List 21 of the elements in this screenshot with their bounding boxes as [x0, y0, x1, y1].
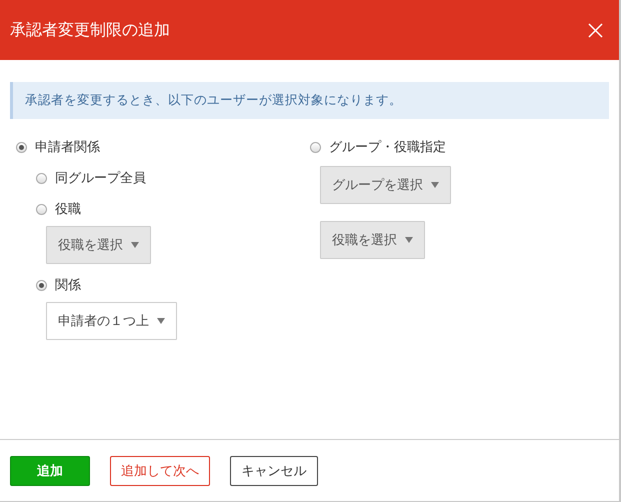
- dialog-title: 承認者変更制限の追加: [10, 20, 170, 40]
- radio-button[interactable]: [36, 172, 47, 184]
- radio-label: グループ・役職指定: [329, 139, 446, 156]
- radio-label: 同グループ全員: [55, 170, 146, 187]
- caret-icon: [157, 318, 165, 324]
- radio-button[interactable]: [16, 142, 27, 152]
- radio-label: 申請者関係: [35, 139, 100, 156]
- add-button[interactable]: 追加: [10, 456, 90, 486]
- radio-button[interactable]: [36, 204, 47, 214]
- select-dropdown[interactable]: 申請者の１つ上: [46, 302, 177, 340]
- caret-icon: [405, 237, 413, 243]
- add-next-button[interactable]: 追加して次へ: [110, 456, 210, 486]
- caret-icon: [131, 242, 139, 248]
- cancel-button[interactable]: キャンセル: [230, 456, 318, 486]
- caret-icon: [431, 182, 439, 188]
- radio-label: 関係: [55, 277, 81, 294]
- info-notice: 承認者を変更するとき、以下のユーザーが選択対象になります。: [10, 82, 609, 119]
- radio-label: 役職: [55, 201, 81, 218]
- close-icon[interactable]: [588, 22, 603, 38]
- radio-button[interactable]: [310, 142, 321, 152]
- radio-button[interactable]: [36, 280, 47, 290]
